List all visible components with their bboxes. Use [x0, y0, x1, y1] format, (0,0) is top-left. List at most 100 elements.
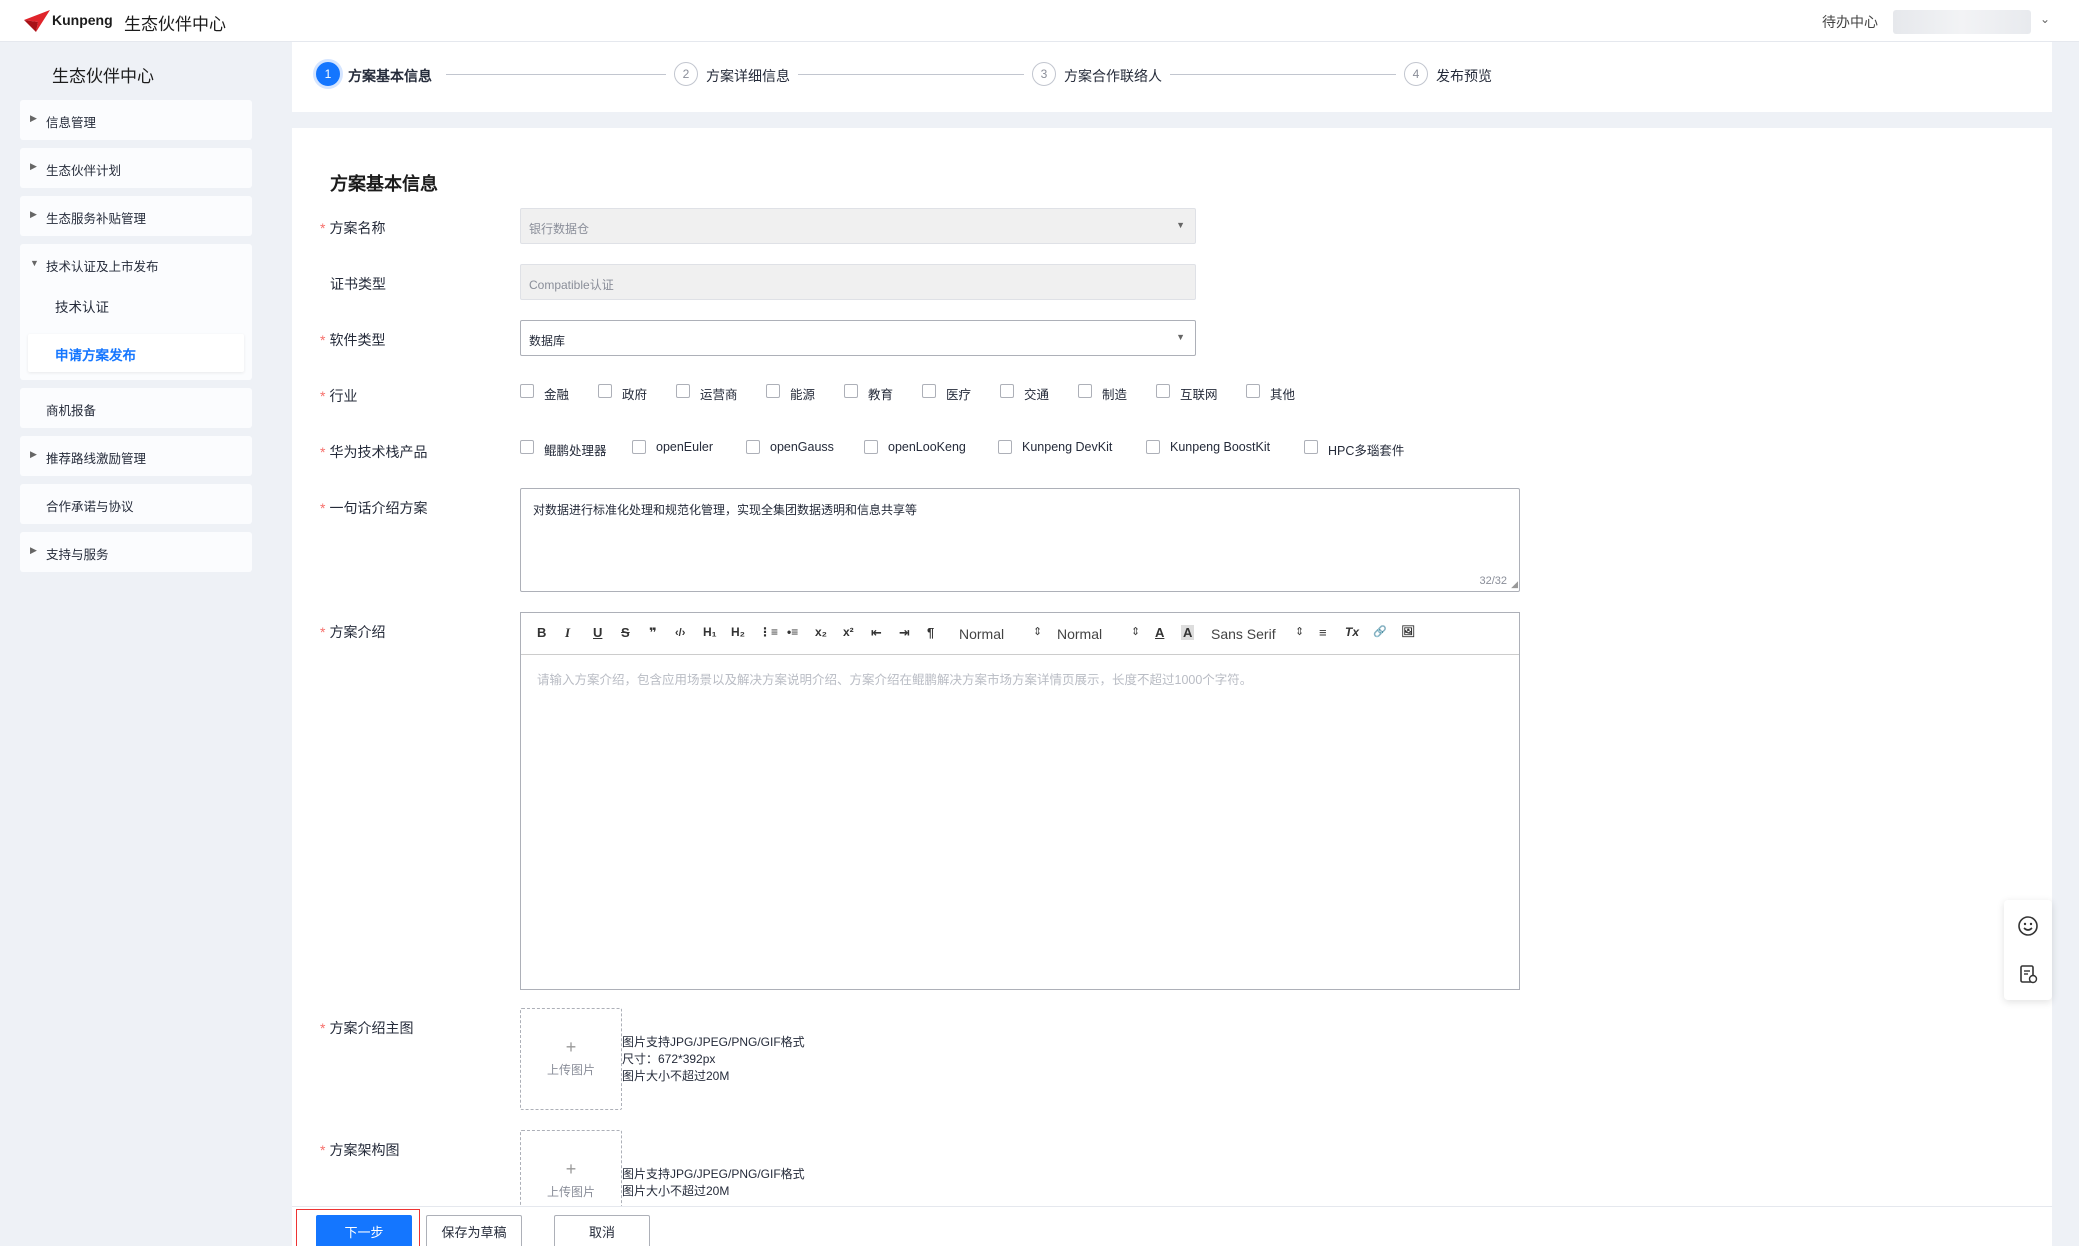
step-label: 发布预览	[1436, 68, 1492, 84]
sidebar: 生态伙伴中心 ▶ 信息管理 ▶ 生态伙伴计划 ▶ 生态服务补贴管理 ▼ 技术认证…	[0, 42, 270, 1246]
superscript-icon[interactable]: x²	[843, 625, 854, 639]
focus-highlight	[296, 1209, 420, 1246]
portal-title[interactable]: 生态伙伴中心	[124, 10, 226, 35]
heading-1-icon[interactable]: H₁	[703, 625, 717, 639]
one-line-intro-label: * 一句话介绍方案	[320, 500, 428, 516]
software-type-select[interactable]: 数据库 ▼	[520, 320, 1196, 356]
ordered-list-icon[interactable]: ⋮≡	[759, 625, 778, 639]
industry-checkbox-group: 金融 政府 运营商 能源 教育 医疗 交通 制造 互联网 其他	[520, 382, 1320, 402]
required-mark: *	[320, 500, 326, 516]
smiley-feedback-icon[interactable]	[2016, 914, 2040, 938]
sidebar-item-certification[interactable]: ▼ 技术认证及上市发布	[20, 244, 252, 284]
rich-text-editor: B I U S ❞ ‹/› H₁ H₂ ⋮≡ •≡ x₂ x² ⇤ ⇥ ¶ No…	[520, 612, 1520, 990]
user-name-blurred[interactable]	[1893, 10, 2031, 34]
heading-2-icon[interactable]: H₂	[731, 625, 745, 639]
blockquote-icon[interactable]: ❞	[649, 625, 657, 641]
top-bar: Kunpeng 生态伙伴中心 待办中心 ⌄	[0, 0, 2079, 42]
plus-icon: +	[565, 1037, 577, 1057]
outdent-icon[interactable]: ⇤	[871, 625, 882, 641]
sidebar-item-label: 生态服务补贴管理	[46, 212, 147, 226]
step-progress-bar: 1 方案基本信息 2 方案详细信息 3 方案合作联络人 4 发布预览	[292, 42, 2052, 112]
one-line-intro-textarea[interactable]: 对数据进行标准化处理和规范化管理，实现全集团数据透明和信息共享等 32/32 ◢	[520, 488, 1520, 592]
step-number: 2	[674, 62, 698, 86]
kunpeng-logo-icon[interactable]	[22, 6, 52, 36]
sidebar-item-label: 技术认证及上市发布	[46, 260, 159, 274]
floating-tool-rail	[2004, 900, 2052, 1000]
sidebar-item-route-incentive[interactable]: ▶ 推荐路线激励管理	[20, 436, 252, 476]
bold-icon[interactable]: B	[537, 625, 546, 640]
link-icon[interactable]: 🔗	[1373, 625, 1387, 638]
required-mark: *	[320, 220, 326, 236]
editor-placeholder[interactable]: 请输入方案介绍，包含应用场景以及解决方案说明介绍、方案介绍在鲲鹏解决方案市场方案…	[537, 669, 1252, 688]
industry-label: * 行业	[320, 388, 358, 404]
align-icon[interactable]: ≡	[1319, 625, 1327, 640]
software-type-value: 数据库	[529, 334, 566, 348]
sidebar-item-label: 合作承诺与协议	[46, 500, 134, 514]
italic-icon[interactable]: I	[565, 625, 570, 641]
solution-name-value: 银行数据仓	[529, 222, 590, 236]
image-icon[interactable]: 🖼	[1401, 625, 1415, 638]
sidebar-subitem-tech-certification[interactable]: 技术认证	[28, 286, 244, 324]
chevron-down-icon: ▼	[1176, 332, 1185, 342]
text-color-icon[interactable]: A	[1155, 625, 1164, 640]
brand-name[interactable]: Kunpeng	[52, 12, 113, 28]
sidebar-item-subsidy-management[interactable]: ▶ 生态服务补贴管理	[20, 196, 252, 236]
required-mark: *	[320, 1020, 326, 1036]
underline-icon[interactable]: U	[593, 625, 602, 640]
clear-format-icon[interactable]: Tx	[1345, 625, 1359, 639]
background-color-icon[interactable]: A	[1181, 625, 1195, 640]
sidebar-item-label: 生态伙伴计划	[46, 164, 122, 178]
sidebar-group-certification: ▼ 技术认证及上市发布 技术认证 申请方案发布	[20, 244, 252, 380]
strikethrough-icon[interactable]: S	[621, 625, 630, 640]
text-direction-icon[interactable]: ¶	[927, 625, 934, 640]
required-mark: *	[320, 444, 326, 460]
upload-text: 上传图片	[546, 1063, 595, 1077]
caret-right-icon: ▶	[30, 113, 37, 123]
sidebar-item-opportunity-report[interactable]: 商机报备	[20, 388, 252, 428]
indent-icon[interactable]: ⇥	[899, 625, 910, 641]
clipboard-settings-icon[interactable]	[2016, 962, 2040, 986]
sidebar-item-partner-plan[interactable]: ▶ 生态伙伴计划	[20, 148, 252, 188]
solution-intro-label: * 方案介绍	[320, 624, 386, 640]
cancel-button[interactable]: 取消	[554, 1215, 650, 1246]
heading-select[interactable]: Normal ⇕	[1057, 626, 1140, 642]
solution-name-select[interactable]: 银行数据仓 ▼	[520, 208, 1196, 244]
main-image-label: * 方案介绍主图	[320, 1020, 414, 1036]
updown-arrow-icon: ⇕	[1131, 626, 1141, 638]
resize-handle-icon[interactable]: ◢	[1511, 579, 1518, 590]
cert-type-input[interactable]: Compatible认证	[520, 264, 1196, 300]
step-number: 3	[1032, 62, 1056, 86]
upload-text: 上传图片	[546, 1185, 595, 1199]
step-connector	[1170, 74, 1396, 75]
chevron-down-icon: ▼	[1176, 220, 1185, 230]
code-block-icon[interactable]: ‹/›	[675, 627, 685, 639]
chevron-down-icon[interactable]: ⌄	[2040, 12, 2050, 26]
required-mark: *	[320, 624, 326, 640]
cert-type-label: 证书类型	[330, 276, 386, 292]
plus-icon: +	[565, 1159, 577, 1179]
font-size-select[interactable]: Normal ⇕	[959, 626, 1042, 642]
editor-toolbar: B I U S ❞ ‹/› H₁ H₂ ⋮≡ •≡ x₂ x² ⇤ ⇥ ¶ No…	[521, 613, 1519, 655]
font-family-select[interactable]: Sans Serif ⇕	[1211, 626, 1304, 642]
section-title: 方案基本信息	[330, 174, 438, 194]
caret-right-icon: ▶	[30, 449, 37, 459]
step-label: 方案基本信息	[348, 68, 432, 84]
sidebar-item-support-service[interactable]: ▶ 支持与服务	[20, 532, 252, 572]
form-action-bar: 下一步 保存为草稿 取消	[292, 1206, 2052, 1246]
required-mark: *	[320, 1142, 326, 1158]
required-mark: *	[320, 388, 326, 404]
subscript-icon[interactable]: x₂	[815, 625, 827, 639]
bullet-list-icon[interactable]: •≡	[787, 625, 798, 639]
software-type-label: * 软件类型	[320, 332, 386, 348]
todo-center-link[interactable]: 待办中心	[1822, 12, 1878, 32]
sidebar-item-commitment-agreement[interactable]: 合作承诺与协议	[20, 484, 252, 524]
tech-stack-checkbox-group: 鲲鹏处理器 openEuler openGauss openLooKeng Ku…	[520, 438, 1520, 458]
sidebar-item-info-management[interactable]: ▶ 信息管理	[20, 100, 252, 140]
required-mark: *	[320, 332, 326, 348]
sidebar-subitem-label: 技术认证	[55, 300, 109, 315]
main-image-upload[interactable]: + 上传图片	[520, 1008, 622, 1110]
sidebar-item-label: 推荐路线激励管理	[46, 452, 147, 466]
sidebar-subitem-apply-solution-release[interactable]: 申请方案发布	[28, 334, 244, 372]
caret-right-icon: ▶	[30, 209, 37, 219]
save-draft-button[interactable]: 保存为草稿	[426, 1215, 522, 1246]
